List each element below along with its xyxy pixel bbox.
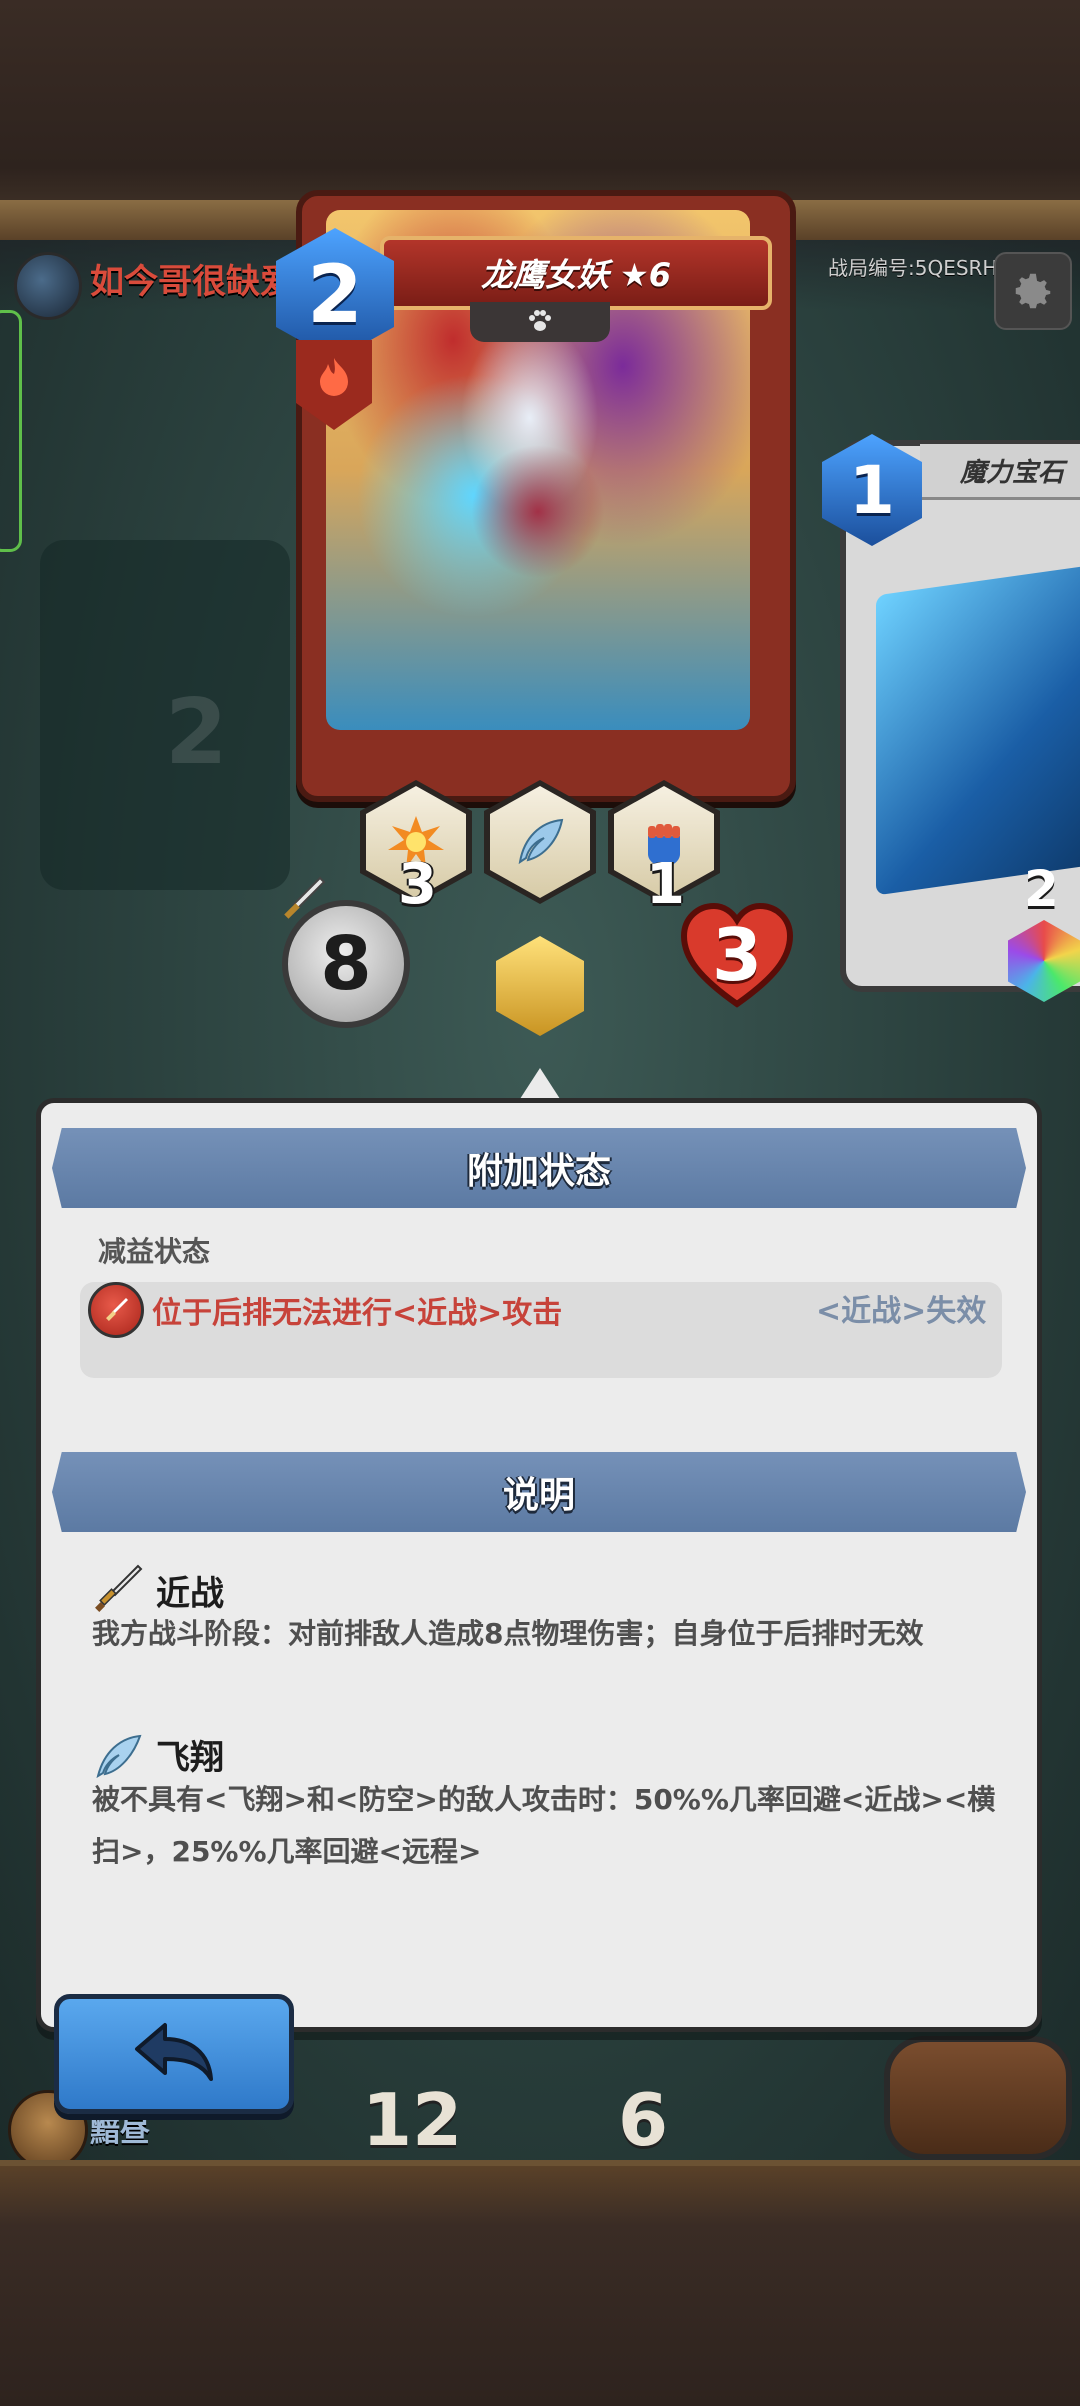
side-card-cost: 1	[849, 451, 895, 529]
side-card-banner: 魔力宝石	[920, 444, 1080, 500]
fire-icon	[320, 358, 348, 396]
melee-skill-icon	[92, 1562, 144, 1614]
debuff-sword-icon	[88, 1282, 144, 1338]
debuff-effect: <近战>失效	[816, 1294, 987, 1329]
player-score-left: 12	[362, 2078, 463, 2160]
card-cost: 2	[307, 247, 363, 341]
settings-button[interactable]	[994, 252, 1072, 330]
debuff-label: 减益状态	[98, 1235, 211, 1268]
health-badge: 3	[680, 900, 794, 1010]
sword-icon	[284, 876, 326, 919]
fly-skill-name: 飞翔	[156, 1738, 224, 1778]
health-value: 3	[711, 913, 763, 997]
side-card-ability-value: 2	[1024, 860, 1059, 918]
sword-icon	[106, 1298, 128, 1321]
card-title-banner: 龙鹰女妖 ★6	[380, 236, 772, 310]
ability-1-value: 3	[398, 852, 437, 917]
side-card-artwork	[876, 564, 1080, 896]
melee-skill-desc: 我方战斗阶段：对前排敌人造成8点物理伤害；自身位于后排时无效	[92, 1617, 924, 1650]
status-section-header: 附加状态	[52, 1128, 1026, 1208]
end-turn-button[interactable]	[884, 2036, 1072, 2160]
bottom-wood-frame	[0, 2160, 1080, 2406]
card-type-tab	[470, 302, 610, 342]
player-name: 如今哥很缺爱	[90, 262, 294, 302]
card-title: 龙鹰女妖 ★6	[480, 256, 672, 294]
desc-header-title: 说明	[502, 1475, 575, 1516]
match-id: 战局编号:5QESRH	[828, 256, 998, 280]
feather-icon	[518, 818, 564, 865]
paw-icon	[529, 310, 551, 331]
player-score-right: 6	[618, 2078, 669, 2160]
fly-skill-desc: 被不具有<飞翔>和<防空>的敌人攻击时：50%%几率回避<近战><横扫>，25%…	[92, 1783, 996, 1868]
sword-icon	[95, 1564, 143, 1612]
back-button[interactable]	[54, 1994, 294, 2114]
desc-section-header: 说明	[52, 1452, 1026, 1532]
gear-icon	[1015, 273, 1051, 309]
status-header-title: 附加状态	[466, 1151, 611, 1192]
side-card-title: 魔力宝石	[960, 458, 1065, 488]
empty-slot-number: 2	[165, 680, 228, 785]
player-avatar[interactable]	[14, 252, 82, 320]
back-arrow-icon	[135, 2023, 213, 2081]
debuff-text: 位于后排无法进行<近战>攻击	[152, 1296, 563, 1331]
attack-value: 8	[320, 921, 372, 1007]
side-indicator	[0, 310, 22, 552]
